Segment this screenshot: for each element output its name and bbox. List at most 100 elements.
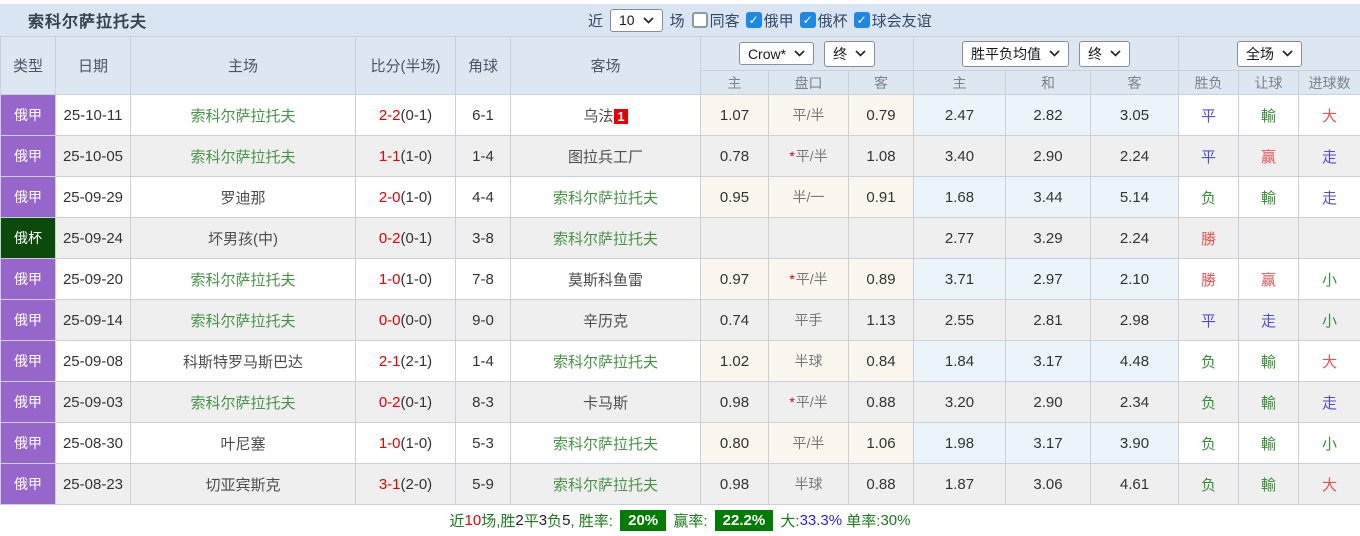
away-team-cell: 辛历克 bbox=[511, 300, 701, 341]
handicap-result-cell: 輸 bbox=[1239, 423, 1299, 464]
odds-away-cell: 0.88 bbox=[849, 382, 914, 423]
summary-segment: 20% bbox=[620, 510, 666, 531]
summary-segment: 33.3% bbox=[800, 512, 843, 529]
date-cell: 25-09-03 bbox=[56, 382, 131, 423]
scope-select[interactable]: 全场 bbox=[1237, 41, 1302, 67]
handicap-cell: *平/半 bbox=[769, 382, 849, 423]
halftime-score: (0-0) bbox=[401, 312, 433, 329]
goals-result-cell: 走 bbox=[1299, 177, 1360, 218]
away-team-name: 索科尔萨拉托夫 bbox=[553, 190, 658, 207]
away-team-name: 索科尔萨拉托夫 bbox=[553, 436, 658, 453]
result-cell: 勝 bbox=[1179, 259, 1239, 300]
corner-cell: 4-4 bbox=[456, 177, 511, 218]
subheader-goals: 进球数 bbox=[1299, 71, 1360, 95]
odds-home-cell: 0.80 bbox=[701, 423, 769, 464]
checkbox-icon[interactable] bbox=[854, 12, 870, 28]
fulltime-score: 2-0 bbox=[379, 189, 401, 206]
summary-segment: 负 bbox=[547, 510, 562, 531]
bookmaker-time-select[interactable]: 终 bbox=[824, 41, 875, 67]
score-cell: 2-2(0-1) bbox=[356, 95, 456, 136]
odds-away-cell: 0.89 bbox=[849, 259, 914, 300]
bookmaker-select[interactable]: Crow* bbox=[739, 42, 814, 65]
checkbox-icon[interactable] bbox=[746, 12, 762, 28]
fulltime-score: 0-2 bbox=[379, 394, 401, 411]
subheader-handicap-result: 让球 bbox=[1239, 71, 1299, 95]
summary-segment: 3 bbox=[539, 512, 547, 529]
halftime-score: (1-0) bbox=[401, 271, 433, 288]
odds-away-cell: 1.06 bbox=[849, 423, 914, 464]
away-team-cell: 索科尔萨拉托夫 bbox=[511, 218, 701, 259]
fulltime-score: 1-1 bbox=[379, 148, 401, 165]
summary-segment: 赢率: bbox=[669, 510, 712, 531]
filter-checkbox[interactable]: 俄甲 bbox=[746, 10, 794, 31]
halftime-score: (1-0) bbox=[401, 148, 433, 165]
col-header-corner: 角球 bbox=[456, 37, 511, 95]
handicap-result-cell: 輸 bbox=[1239, 382, 1299, 423]
away-team-cell: 莫斯科鱼雷 bbox=[511, 259, 701, 300]
home-team-cell: 科斯特罗马斯巴达 bbox=[131, 341, 356, 382]
away-team-name: 辛历克 bbox=[583, 313, 628, 330]
date-cell: 25-09-08 bbox=[56, 341, 131, 382]
corner-cell: 9-0 bbox=[456, 300, 511, 341]
avg-home-cell: 1.68 bbox=[914, 177, 1006, 218]
goals-result-cell: 走 bbox=[1299, 136, 1360, 177]
filter-label: 球会友谊 bbox=[872, 10, 932, 31]
avg-home-cell: 1.87 bbox=[914, 464, 1006, 505]
home-team-cell: 切亚宾斯克 bbox=[131, 464, 356, 505]
score-cell: 0-2(0-1) bbox=[356, 382, 456, 423]
avg-away-cell: 4.61 bbox=[1091, 464, 1179, 505]
average-odds-select[interactable]: 胜平负均值 bbox=[962, 41, 1069, 67]
avg-away-cell: 4.48 bbox=[1091, 341, 1179, 382]
halftime-score: (0-1) bbox=[401, 230, 433, 247]
subheader-result: 胜负 bbox=[1179, 71, 1239, 95]
date-cell: 25-10-11 bbox=[56, 95, 131, 136]
goals-result-cell: 大 bbox=[1299, 464, 1360, 505]
avg-draw-cell: 3.06 bbox=[1006, 464, 1091, 505]
subheader-avg-home: 主 bbox=[914, 71, 1006, 95]
avg-home-cell: 3.71 bbox=[914, 259, 1006, 300]
filter-checkbox[interactable]: 同客 bbox=[692, 10, 740, 31]
avg-draw-cell: 2.97 bbox=[1006, 259, 1091, 300]
odds-away-cell: 0.84 bbox=[849, 341, 914, 382]
handicap-text: 半球 bbox=[795, 476, 823, 492]
date-cell: 25-10-05 bbox=[56, 136, 131, 177]
summary-segment: , 胜率: bbox=[570, 510, 617, 531]
summary-segment: 2 bbox=[515, 512, 523, 529]
avg-draw-cell: 2.90 bbox=[1006, 382, 1091, 423]
average-time-select[interactable]: 终 bbox=[1079, 41, 1130, 67]
filter-checkbox[interactable]: 球会友谊 bbox=[854, 10, 932, 31]
corner-cell: 5-3 bbox=[456, 423, 511, 464]
filter-checkbox[interactable]: 俄杯 bbox=[800, 10, 848, 31]
chevron-down-icon bbox=[1282, 50, 1293, 57]
bookmaker-select-group: Crow* 终 bbox=[701, 37, 914, 71]
score-cell: 1-0(1-0) bbox=[356, 259, 456, 300]
summary-footer: 近 10 场,胜 2 平 3 负 5 , 胜率: 20% 赢率: 22.2% 大… bbox=[0, 505, 1360, 536]
checkbox-icon[interactable] bbox=[800, 12, 816, 28]
score-cell: 1-0(1-0) bbox=[356, 423, 456, 464]
match-count-select[interactable]: 10 bbox=[610, 9, 663, 32]
away-team-name: 乌法 bbox=[583, 108, 613, 125]
col-header-away: 客场 bbox=[511, 37, 701, 95]
home-team-name: 罗迪那 bbox=[220, 190, 265, 207]
handicap-result-cell bbox=[1239, 218, 1299, 259]
corner-cell: 6-1 bbox=[456, 95, 511, 136]
handicap-cell: 半球 bbox=[769, 464, 849, 505]
date-cell: 25-09-24 bbox=[56, 218, 131, 259]
league-type-cell: 俄甲 bbox=[1, 423, 56, 464]
odds-away-cell: 1.08 bbox=[849, 136, 914, 177]
home-team-cell: 索科尔萨拉托夫 bbox=[131, 136, 356, 177]
odds-home-cell: 0.95 bbox=[701, 177, 769, 218]
handicap-text: 平手 bbox=[795, 312, 823, 328]
red-card-badge: 1 bbox=[614, 109, 627, 124]
odds-away-cell bbox=[849, 218, 914, 259]
score-cell: 0-2(0-1) bbox=[356, 218, 456, 259]
summary-segment: 10 bbox=[465, 512, 482, 529]
checkbox-icon[interactable] bbox=[692, 12, 708, 28]
away-team-name: 卡马斯 bbox=[583, 395, 628, 412]
avg-draw-cell: 2.82 bbox=[1006, 95, 1091, 136]
avg-home-cell: 1.98 bbox=[914, 423, 1006, 464]
avg-draw-cell: 3.17 bbox=[1006, 423, 1091, 464]
handicap-cell: *平/半 bbox=[769, 136, 849, 177]
avg-away-cell: 5.14 bbox=[1091, 177, 1179, 218]
fulltime-score: 1-0 bbox=[379, 271, 401, 288]
